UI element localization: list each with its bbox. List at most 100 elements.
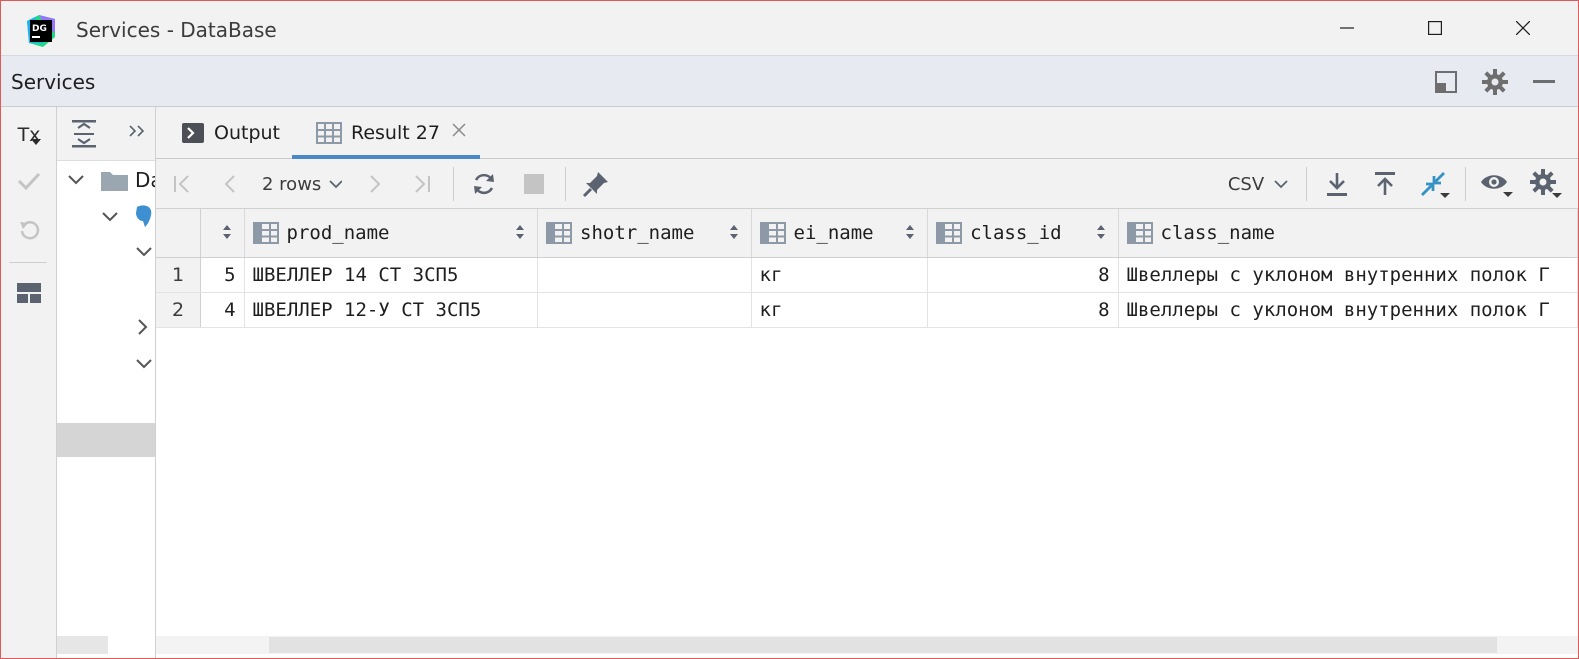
last-page-button[interactable] — [408, 159, 436, 209]
cell-shotr-name[interactable] — [537, 292, 752, 328]
refresh-button[interactable] — [468, 159, 500, 209]
services-title: Services — [11, 70, 96, 94]
upload-icon — [1375, 172, 1395, 195]
cell-prod-name[interactable]: ШВЕЛЛЕР 12-У СТ 3СП5 — [244, 292, 539, 328]
close-window-button[interactable] — [1479, 1, 1567, 55]
next-page-button[interactable] — [361, 159, 389, 209]
table-row[interactable]: 1 5 ШВЕЛЛЕР 14 СТ 3СП5 кг 8 Швеллеры с у… — [156, 257, 1578, 293]
cell-class-name[interactable]: Швеллеры с уклоном внутренних полок Г — [1118, 292, 1578, 328]
more-actions-button[interactable] — [129, 123, 145, 142]
window-title: Services - DataBase — [76, 18, 277, 42]
cell-prod-name[interactable]: ШВЕЛЛЕР 14 СТ 3СП5 — [244, 257, 539, 293]
settings-button[interactable] — [1480, 68, 1510, 96]
column-header-label: ei_name — [793, 221, 874, 244]
cell-ei-name[interactable]: кг — [751, 257, 929, 293]
export-format-dropdown[interactable]: CSV — [1226, 159, 1290, 209]
compare-arrows-icon — [1421, 172, 1450, 198]
stop-button[interactable] — [518, 159, 550, 209]
column-header-class-name[interactable]: class_name — [1118, 209, 1578, 258]
sort-icon[interactable] — [1096, 224, 1106, 240]
column-header-prod-name[interactable]: prod_name — [244, 209, 539, 258]
sort-icon[interactable] — [515, 224, 525, 240]
sort-icon[interactable] — [905, 224, 915, 240]
eye-icon — [1481, 175, 1513, 197]
cell-shotr-name[interactable] — [537, 257, 752, 293]
column-header-id[interactable] — [200, 209, 245, 258]
column-header-label: shotr_name — [580, 221, 695, 244]
tree-node-root[interactable]: Da — [67, 165, 155, 195]
layout-button[interactable] — [1, 271, 57, 315]
cell-ei-name[interactable]: кг — [751, 292, 929, 328]
close-tab-icon[interactable] — [452, 123, 466, 137]
maximize-button[interactable] — [1391, 1, 1479, 55]
tree-node-expanded-2[interactable] — [135, 349, 153, 379]
transaction-mode-button[interactable]: Tx — [1, 113, 57, 157]
column-icon — [759, 221, 786, 244]
tree-node-collapsed[interactable] — [137, 312, 149, 342]
grid-horizontal-scrollbar-thumb[interactable] — [269, 637, 1497, 653]
column-header-label: prod_name — [286, 221, 390, 244]
column-header-label: class_id — [970, 221, 1062, 244]
column-icon — [546, 221, 573, 244]
result-tabs: Output Result 27 — [156, 107, 1578, 159]
refresh-icon — [474, 173, 494, 195]
strip-separator — [9, 262, 47, 263]
header-row: prod_name shotr_name ei_name class_id cl… — [156, 209, 1578, 258]
tree-node-datasource[interactable] — [101, 202, 155, 232]
services-header: Services — [1, 55, 1578, 107]
layout-toggle-button[interactable] — [1431, 68, 1461, 96]
tab-result-label: Result 27 — [351, 122, 440, 144]
row-number[interactable]: 1 — [156, 257, 201, 293]
dropdown-arrow-icon — [31, 139, 41, 145]
results-area: Output Result 27 2 rows CSV prod_name sh… — [156, 107, 1578, 658]
download-button[interactable] — [1322, 159, 1352, 209]
column-header-shotr-name[interactable]: shotr_name — [537, 209, 752, 258]
column-header-class-id[interactable]: class_id — [927, 209, 1119, 258]
column-header-ei-name[interactable]: ei_name — [751, 209, 929, 258]
previous-page-button[interactable] — [216, 159, 244, 209]
row-number[interactable]: 2 — [156, 292, 201, 328]
column-icon — [252, 221, 279, 244]
double-chevron-right-icon — [129, 125, 145, 137]
stop-icon — [524, 174, 544, 194]
chevron-down-icon — [329, 180, 342, 189]
chevron-down-icon — [102, 212, 118, 222]
tab-output[interactable]: Output — [182, 107, 280, 159]
gear-icon — [1482, 69, 1508, 95]
cell-id[interactable]: 5 — [200, 257, 245, 293]
cell-class-name[interactable]: Швеллеры с уклоном внутренних полок Г — [1118, 257, 1578, 293]
expand-all-button[interactable] — [71, 120, 97, 152]
datagrip-logo-icon: DG — [25, 15, 55, 47]
rollback-button[interactable] — [1, 209, 57, 253]
minimize-icon — [1340, 27, 1354, 29]
tab-result[interactable]: Result 27 — [316, 107, 466, 159]
cell-class-id[interactable]: 8 — [927, 257, 1119, 293]
close-icon — [1516, 21, 1530, 35]
chevron-down-icon — [1274, 180, 1288, 189]
page-size-dropdown[interactable]: 2 rows — [262, 159, 342, 209]
cell-class-id[interactable]: 8 — [927, 292, 1119, 328]
tree-node-expanded[interactable] — [135, 237, 153, 267]
sort-icon[interactable] — [729, 224, 739, 240]
grid-settings-button[interactable] — [1528, 159, 1564, 209]
tree-selected-row[interactable] — [57, 423, 155, 457]
upload-button[interactable] — [1370, 159, 1400, 209]
table-row[interactable]: 2 4 ШВЕЛЛЕР 12-У СТ 3СП5 кг 8 Швеллеры с… — [156, 292, 1578, 328]
column-header-label: class_name — [1160, 221, 1275, 244]
view-options-button[interactable] — [1478, 159, 1514, 209]
hide-panel-button[interactable] — [1529, 68, 1559, 96]
pin-tab-button[interactable] — [580, 159, 612, 209]
tree-horizontal-scrollbar[interactable] — [57, 636, 108, 654]
first-page-button[interactable] — [168, 159, 196, 209]
rollback-icon — [20, 221, 40, 240]
tab-output-label: Output — [214, 122, 280, 144]
panel-layout-icon — [1435, 71, 1457, 93]
check-icon — [17, 172, 41, 191]
expand-all-icon — [72, 120, 96, 148]
compare-button[interactable] — [1416, 159, 1452, 209]
commit-button[interactable] — [1, 159, 57, 203]
sort-icon[interactable] — [222, 224, 232, 240]
cell-id[interactable]: 4 — [200, 292, 245, 328]
logo-text: DG — [32, 24, 47, 34]
minimize-button[interactable] — [1303, 1, 1391, 55]
